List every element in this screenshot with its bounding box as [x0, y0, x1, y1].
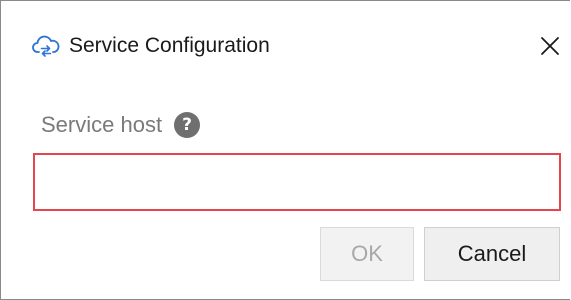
close-icon	[535, 29, 565, 63]
cloud-sync-icon	[32, 33, 60, 59]
ok-button[interactable]: OK	[320, 227, 414, 281]
title-bar: Service Configuration	[1, 1, 570, 89]
window-title: Service Configuration	[69, 34, 270, 57]
close-button[interactable]	[535, 29, 565, 63]
cancel-button[interactable]: Cancel	[424, 227, 560, 281]
service-host-input[interactable]	[33, 153, 561, 211]
service-host-label: Service host	[41, 112, 163, 137]
service-host-label-row: Service host ?	[41, 109, 201, 141]
service-configuration-dialog: Service Configuration Service host ? OK …	[0, 0, 570, 300]
help-icon[interactable]: ?	[174, 112, 201, 138]
